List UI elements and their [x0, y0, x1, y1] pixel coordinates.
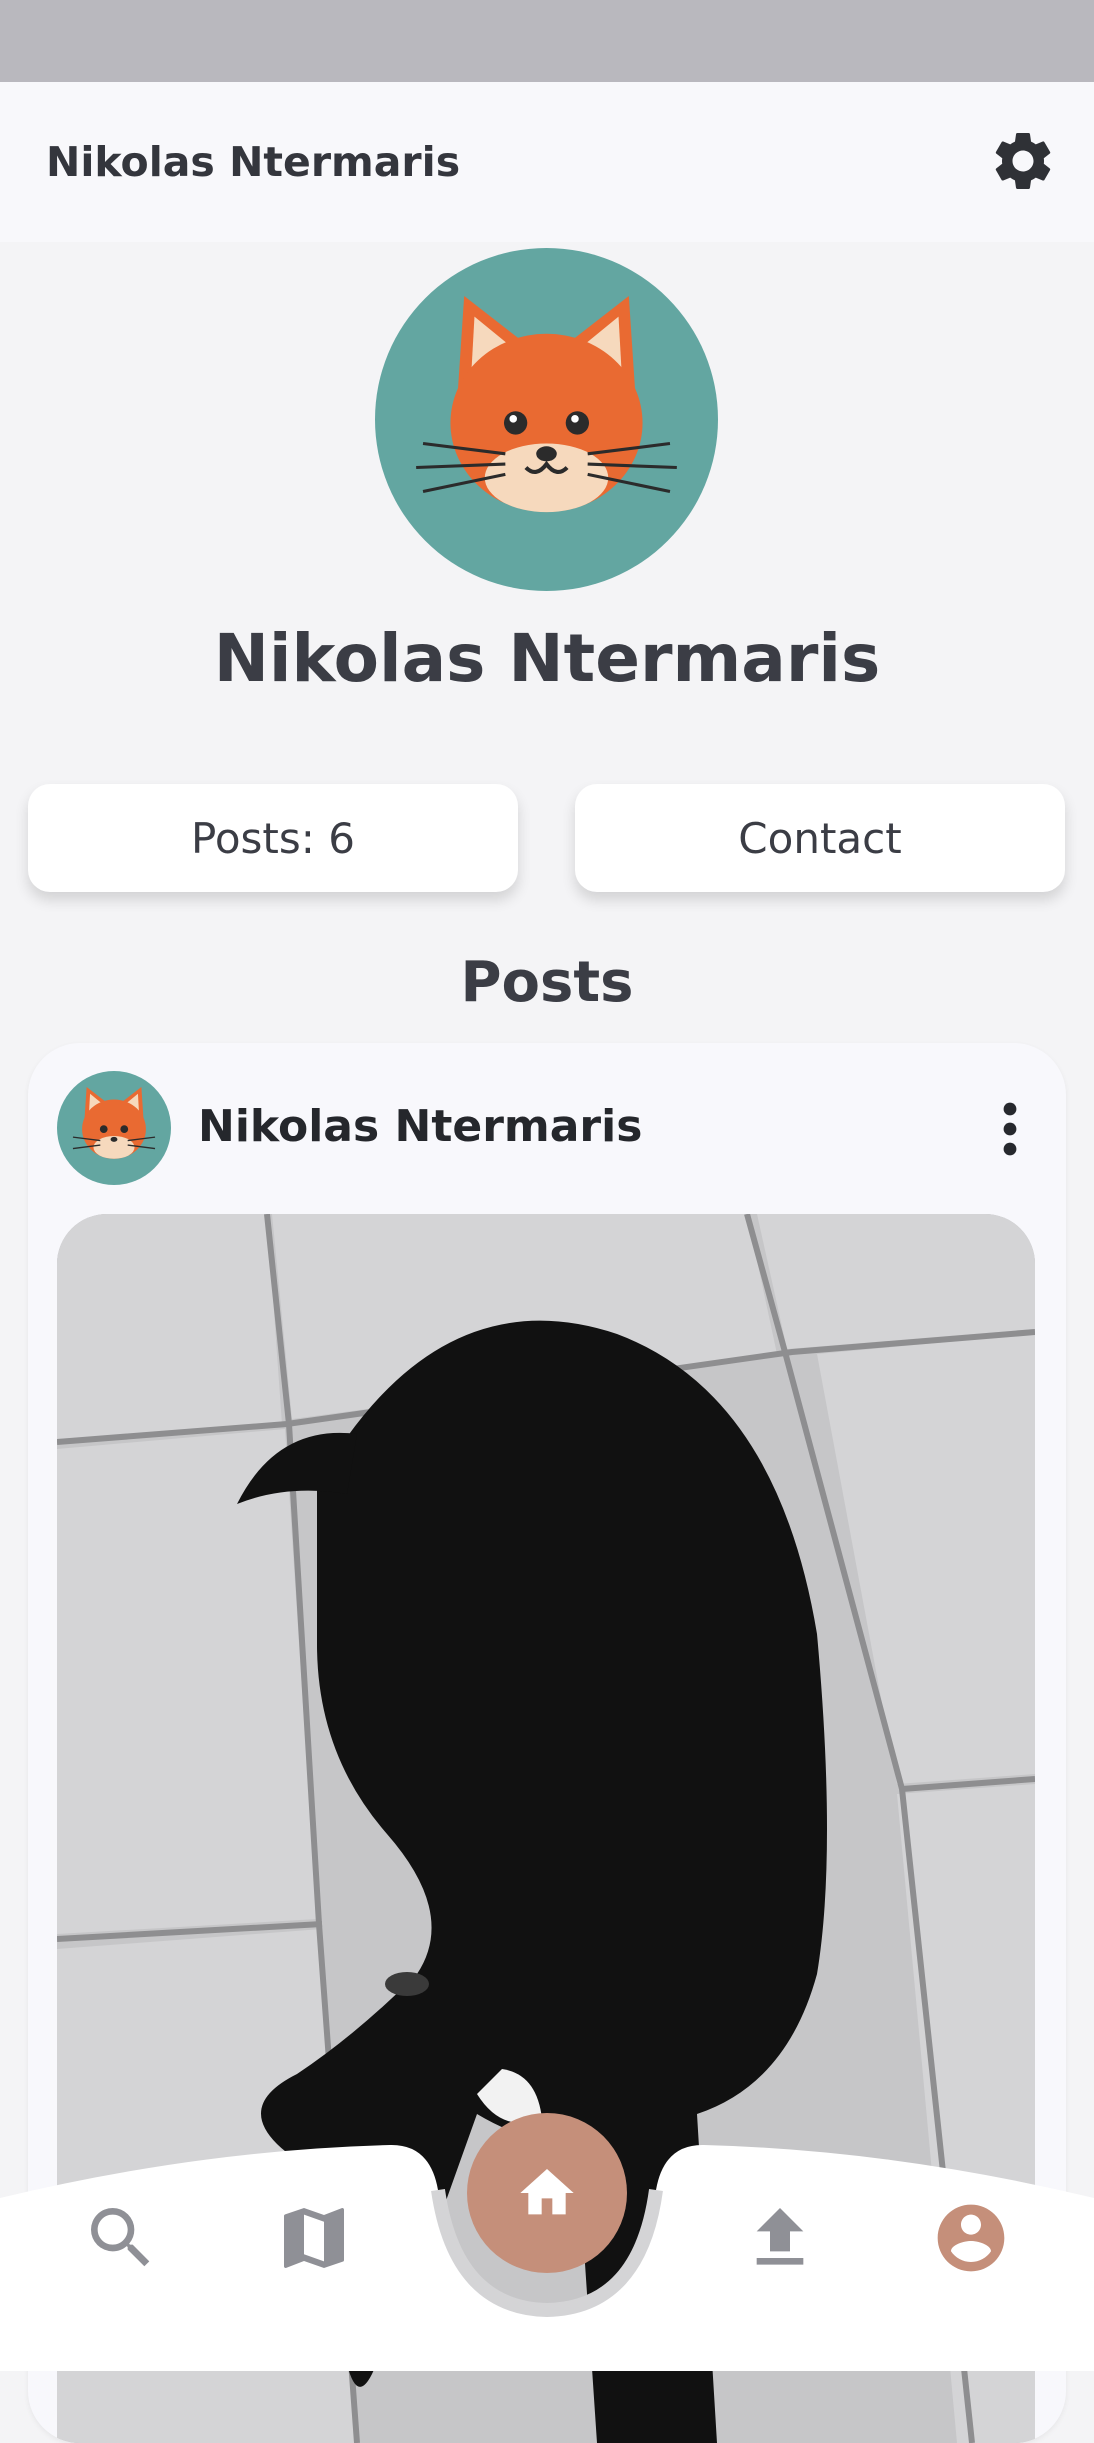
post-author-name[interactable]: Nikolas Ntermaris	[198, 1101, 642, 1152]
map-icon[interactable]	[274, 2198, 354, 2278]
app-bar: Nikolas Ntermaris	[0, 82, 1094, 242]
posts-heading: Posts	[460, 950, 634, 1015]
search-icon[interactable]	[81, 2198, 161, 2278]
home-button[interactable]	[467, 2113, 627, 2273]
post-author-avatar[interactable]	[57, 1071, 171, 1185]
posts-count-button[interactable]: Posts: 6	[28, 784, 518, 892]
profile-avatar[interactable]	[375, 248, 718, 591]
contact-button[interactable]: Contact	[575, 784, 1065, 892]
profile-icon[interactable]	[931, 2198, 1011, 2278]
profile-name: Nikolas Ntermaris	[213, 620, 881, 697]
app-bar-title: Nikolas Ntermaris	[46, 138, 461, 186]
gear-icon[interactable]	[988, 126, 1058, 196]
home-icon	[520, 2169, 574, 2215]
cat-avatar-icon	[416, 296, 677, 513]
status-bar	[0, 0, 1094, 82]
more-vertical-icon[interactable]	[988, 1099, 1032, 1159]
upload-icon[interactable]	[740, 2198, 820, 2278]
